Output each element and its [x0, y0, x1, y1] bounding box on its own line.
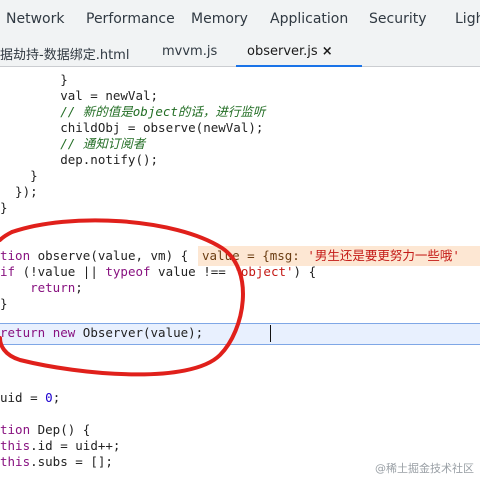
code-line: tion Dep() {	[0, 422, 91, 437]
tab-lighthouse[interactable]: Ligh	[455, 11, 480, 27]
code-line: uid = 0;	[0, 390, 61, 405]
editor-file-tabs: 据劫持-数据绑定.html mvvm.js observer.js ×	[0, 38, 480, 67]
active-tab-indicator	[236, 65, 362, 67]
code-line: }	[0, 200, 8, 215]
code-line: });	[0, 184, 38, 199]
tab-application[interactable]: Application	[270, 11, 348, 27]
code-line: }	[0, 296, 8, 311]
inline-value-preview: value = {msg: '男生还是要更努力一些哦'	[198, 246, 480, 266]
code-line: // 通知订阅者	[0, 136, 146, 151]
code-line: this.id = uid++;	[0, 438, 121, 453]
code-line: this.subs = [];	[0, 454, 113, 469]
code-line: }	[0, 168, 38, 183]
code-line: }	[0, 72, 68, 87]
code-line: // 新的值是object的话，进行监听	[0, 104, 266, 119]
code-line-current: return new Observer(value);	[0, 325, 204, 340]
tab-memory[interactable]: Memory	[191, 11, 248, 27]
tab-network[interactable]: Network	[6, 11, 64, 27]
code-line: if (!value || typeof value !== 'object')…	[0, 264, 317, 279]
tab-performance[interactable]: Performance	[86, 11, 175, 27]
file-tab-mvvm[interactable]: mvvm.js	[162, 44, 217, 59]
tab-security[interactable]: Security	[369, 11, 427, 27]
close-icon[interactable]: ×	[322, 44, 333, 59]
file-tab-observer[interactable]: observer.js ×	[247, 44, 333, 59]
code-editor[interactable]: } val = newVal; // 新的值是object的话，进行监听 chi…	[0, 68, 480, 480]
code-line: tion observe(value, vm) {	[0, 248, 189, 263]
code-line: val = newVal;	[0, 88, 159, 103]
devtools-panel-tabs: Network Performance Memory Application S…	[0, 0, 480, 39]
text-cursor	[270, 325, 271, 342]
code-line: dep.notify();	[0, 152, 159, 167]
code-line: return;	[30, 280, 83, 295]
file-tab-html[interactable]: 据劫持-数据绑定.html	[0, 44, 129, 63]
code-line: childObj = observe(newVal);	[0, 120, 264, 135]
watermark: @稀土掘金技术社区	[375, 462, 474, 475]
file-tab-observer-label: observer.js	[247, 44, 318, 59]
